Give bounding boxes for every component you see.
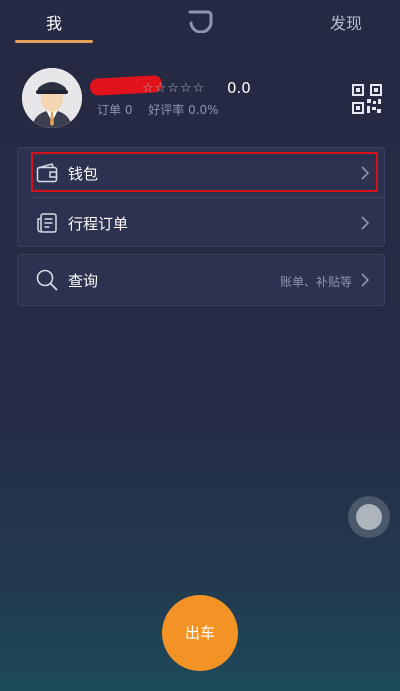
driver-avatar-icon bbox=[22, 68, 82, 128]
app-logo-icon[interactable] bbox=[187, 9, 213, 33]
floating-assistive-button[interactable] bbox=[348, 496, 390, 538]
menu-item-query-hint: 账单、补贴等 bbox=[279, 275, 352, 289]
wallet-highlight-box bbox=[31, 152, 378, 192]
profile-stats: 订单 0 好评率 0.0% bbox=[97, 101, 231, 118]
start-driving-button[interactable]: 出车 bbox=[162, 595, 238, 671]
trip-orders-icon bbox=[37, 213, 57, 233]
qr-code-icon[interactable] bbox=[352, 84, 382, 114]
menu-item-query-label: 查询 bbox=[68, 272, 99, 290]
menu-card-primary: 钱包 行程订单 bbox=[17, 147, 385, 247]
top-tab-bar: 我 发现 bbox=[0, 0, 400, 44]
chevron-right-icon bbox=[361, 273, 370, 287]
profile-header[interactable]: ☆☆☆☆☆ 0.0 订单 0 好评率 0.0% bbox=[22, 68, 382, 134]
menu-item-trip-orders-label: 行程订单 bbox=[68, 215, 129, 233]
search-icon bbox=[36, 269, 58, 291]
menu-item-wallet[interactable]: 钱包 bbox=[18, 148, 384, 197]
floating-button-dot bbox=[356, 504, 382, 530]
menu-item-query[interactable]: 查询 账单、补贴等 bbox=[18, 255, 384, 304]
active-tab-indicator bbox=[15, 40, 93, 43]
orders-count: 订单 0 bbox=[97, 103, 133, 117]
rating-score: 0.0 bbox=[227, 79, 251, 97]
menu-item-trip-orders[interactable]: 行程订单 bbox=[18, 198, 384, 247]
avatar[interactable] bbox=[22, 68, 82, 128]
tab-me[interactable]: 我 bbox=[46, 10, 62, 34]
positive-rate: 好评率 0.0% bbox=[148, 103, 219, 117]
chevron-right-icon bbox=[361, 216, 370, 230]
tab-discover[interactable]: 发现 bbox=[330, 10, 362, 34]
rating-stars: ☆☆☆☆☆ bbox=[142, 81, 206, 96]
menu-card-query: 查询 账单、补贴等 bbox=[17, 254, 385, 306]
